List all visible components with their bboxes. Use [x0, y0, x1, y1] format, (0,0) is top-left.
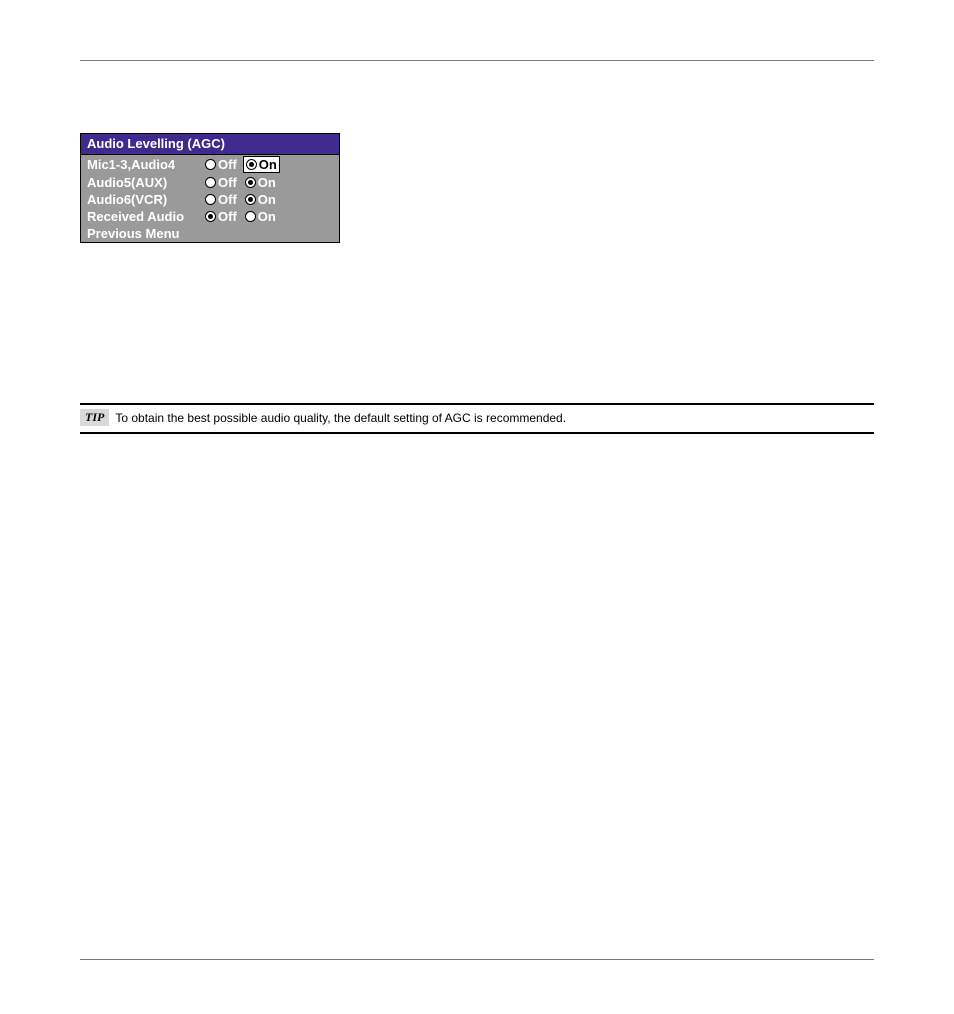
osd-row: Audio5(AUX) Off On [81, 174, 339, 191]
osd-body: Mic1-3,Audio4 Off On Audio5(AUX) Off [81, 155, 339, 242]
osd-option-on[interactable]: On [243, 156, 280, 173]
radio-icon [246, 159, 257, 170]
osd-option-text: On [258, 175, 276, 190]
osd-previous-menu-label: Previous Menu [87, 226, 333, 241]
osd-row-label: Audio6(VCR) [87, 192, 199, 207]
tip-border-bottom [80, 432, 874, 434]
osd-option-off[interactable]: Off [203, 157, 239, 172]
osd-option-off[interactable]: Off [203, 175, 239, 190]
osd-option-on[interactable]: On [243, 192, 278, 207]
radio-icon [245, 177, 256, 188]
osd-previous-menu[interactable]: Previous Menu [81, 225, 339, 242]
osd-option-text: On [258, 192, 276, 207]
separator-top [80, 60, 874, 61]
osd-option-on[interactable]: On [243, 209, 278, 224]
tip-box: TIP To obtain the best possible audio qu… [80, 403, 874, 434]
osd-option-text: On [258, 209, 276, 224]
radio-icon [245, 194, 256, 205]
tip-badge: TIP [80, 409, 109, 426]
osd-option-text: Off [218, 157, 237, 172]
osd-panel: Audio Levelling (AGC) Mic1-3,Audio4 Off … [80, 133, 340, 243]
osd-row-label: Audio5(AUX) [87, 175, 199, 190]
osd-option-text: Off [218, 192, 237, 207]
osd-row-label: Mic1-3,Audio4 [87, 157, 199, 172]
osd-option-off[interactable]: Off [203, 192, 239, 207]
osd-row: Received Audio Off On [81, 208, 339, 225]
osd-option-text: On [259, 157, 277, 172]
osd-title: Audio Levelling (AGC) [81, 134, 339, 155]
osd-option-text: Off [218, 175, 237, 190]
radio-icon [205, 211, 216, 222]
radio-icon [205, 177, 216, 188]
osd-row: Audio6(VCR) Off On [81, 191, 339, 208]
osd-row: Mic1-3,Audio4 Off On [81, 155, 339, 174]
radio-icon [245, 211, 256, 222]
radio-icon [205, 194, 216, 205]
separator-bottom [80, 959, 874, 960]
osd-option-off[interactable]: Off [203, 209, 239, 224]
osd-option-on[interactable]: On [243, 175, 278, 190]
radio-icon [205, 159, 216, 170]
osd-row-label: Received Audio [87, 209, 199, 224]
tip-text: To obtain the best possible audio qualit… [115, 411, 566, 425]
osd-option-text: Off [218, 209, 237, 224]
